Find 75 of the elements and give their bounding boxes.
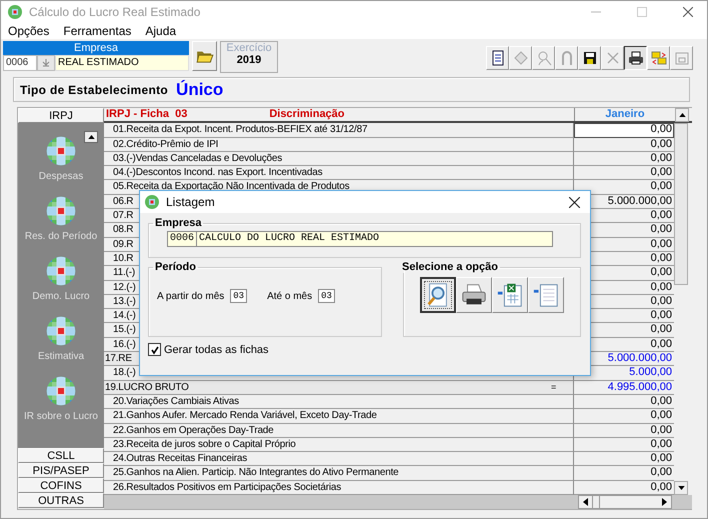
magnifier-icon bbox=[536, 50, 552, 66]
horizontal-scrollbar[interactable] bbox=[578, 495, 672, 509]
lookup-button[interactable] bbox=[37, 55, 55, 72]
section-tab[interactable]: IRPJ bbox=[18, 108, 104, 124]
value-cell[interactable]: 0,00 bbox=[574, 409, 674, 424]
year-value: 2019 bbox=[236, 54, 262, 66]
group-label: Selecione a opção bbox=[401, 261, 499, 274]
arrow-icon bbox=[42, 59, 50, 68]
menu-item[interactable]: Opções bbox=[8, 24, 50, 38]
value-cell[interactable]: 4.995.000,00 bbox=[574, 380, 674, 395]
scroll-down-button[interactable] bbox=[674, 481, 688, 495]
value-cell[interactable]: 0,00 bbox=[574, 166, 674, 180]
spreadsheet-export-icon bbox=[496, 281, 524, 310]
establishment-type-value: Único bbox=[176, 80, 224, 100]
month-field[interactable]: 03 bbox=[230, 289, 248, 304]
value-cell[interactable]: 0,00 bbox=[574, 123, 674, 138]
folders-icon bbox=[650, 50, 666, 66]
description-cell: 19.LUCRO BRUTO = bbox=[104, 380, 574, 395]
checkbox[interactable] bbox=[148, 343, 161, 356]
down-arrow-icon bbox=[678, 486, 684, 490]
description-cell: 22.Ganhos em Operações Day-Trade bbox=[104, 424, 574, 438]
value-cell[interactable]: 0,00 bbox=[574, 394, 674, 410]
year-label: Exercício bbox=[226, 42, 272, 54]
company-field[interactable]: 0006 CALCULO DO LUCRO REAL ESTIMADO bbox=[167, 231, 553, 248]
printer-icon bbox=[628, 50, 644, 66]
sheet-title: IRPJ - Ficha 03 bbox=[105, 108, 188, 122]
description-cell: 01.Receita da Expot. Incent. Produtos-BEFIEX até 31/12/87 bbox=[104, 123, 574, 138]
value-cell[interactable]: 0,00 bbox=[574, 480, 674, 495]
toolbar-button[interactable] bbox=[624, 46, 647, 70]
description-cell: 20.Variações Cambiais Ativas bbox=[104, 394, 574, 410]
description-cell: 21.Ganhos Aufer. Mercado Renda Variável, Exceto Day-Trade bbox=[104, 409, 574, 424]
vertical-scrollbar[interactable] bbox=[674, 123, 688, 495]
app-icon bbox=[7, 4, 23, 20]
description-cell: 02.Crédito-Prêmio de IPI bbox=[104, 138, 574, 152]
establishment-type-label: Tipo de Estabelecimento bbox=[20, 82, 168, 97]
close-icon[interactable] bbox=[569, 196, 580, 208]
diamond-icon bbox=[512, 50, 528, 66]
section-tab[interactable]: CSLL bbox=[18, 448, 104, 464]
document-icon bbox=[490, 50, 506, 66]
description-cell: 24.Outras Receitas Financeiras bbox=[104, 452, 574, 466]
scroll-up-button[interactable] bbox=[675, 108, 689, 122]
month-header: Janeiro bbox=[604, 108, 646, 122]
column-header: Discriminação bbox=[269, 108, 345, 122]
value-cell[interactable]: 0,00 bbox=[574, 424, 674, 438]
description-cell: 03.(-)Vendas Canceladas e Devoluções bbox=[104, 152, 574, 166]
description-cell: 23.Receita de juros sobre o Capital Próprio bbox=[104, 438, 574, 452]
folder-icon bbox=[674, 50, 690, 66]
value-cell[interactable]: 0,00 bbox=[574, 438, 674, 452]
scroll-up-button[interactable] bbox=[84, 131, 98, 144]
description-cell: 04.(-)Descontos Incond. nas Export. Incentivadas bbox=[104, 166, 574, 180]
company-name-field[interactable]: REAL ESTIMADO bbox=[55, 55, 189, 72]
company-header: Empresa bbox=[3, 41, 189, 56]
output-option-button[interactable] bbox=[420, 277, 456, 314]
value-cell[interactable]: 0,00 bbox=[574, 466, 674, 481]
value-cell[interactable]: 0,00 bbox=[574, 138, 674, 152]
section-tab[interactable]: PIS/PASEP bbox=[18, 463, 104, 478]
open-folder-icon bbox=[196, 49, 214, 64]
company-code-field[interactable]: 0006 bbox=[3, 55, 37, 72]
app-icon bbox=[144, 194, 160, 210]
close-icon[interactable] bbox=[683, 6, 693, 17]
menu-item[interactable]: Ferramentas bbox=[63, 24, 132, 38]
description-cell: 25.Ganhos na Alien. Particip. Não Integrantes do Ativo Permanente bbox=[104, 466, 574, 481]
group-label: Período bbox=[154, 261, 197, 274]
open-button[interactable] bbox=[192, 41, 217, 72]
month-field[interactable]: 03 bbox=[318, 289, 335, 304]
menu-item[interactable]: Ajuda bbox=[145, 24, 176, 38]
section-tab[interactable]: COFINS bbox=[18, 478, 104, 494]
value-cell[interactable]: 0,00 bbox=[574, 152, 674, 166]
window-title: Cálculo do Lucro Real Estimado bbox=[29, 4, 200, 19]
up-arrow-icon bbox=[678, 113, 686, 118]
value-cell[interactable]: 0,00 bbox=[574, 452, 674, 466]
section-tab[interactable]: OUTRAS bbox=[18, 493, 104, 508]
dialog-title: Listagem bbox=[166, 195, 215, 210]
description-cell: 26.Resultados Positivos em Participações Societárias bbox=[104, 480, 574, 495]
up-arrow-icon bbox=[88, 135, 94, 140]
